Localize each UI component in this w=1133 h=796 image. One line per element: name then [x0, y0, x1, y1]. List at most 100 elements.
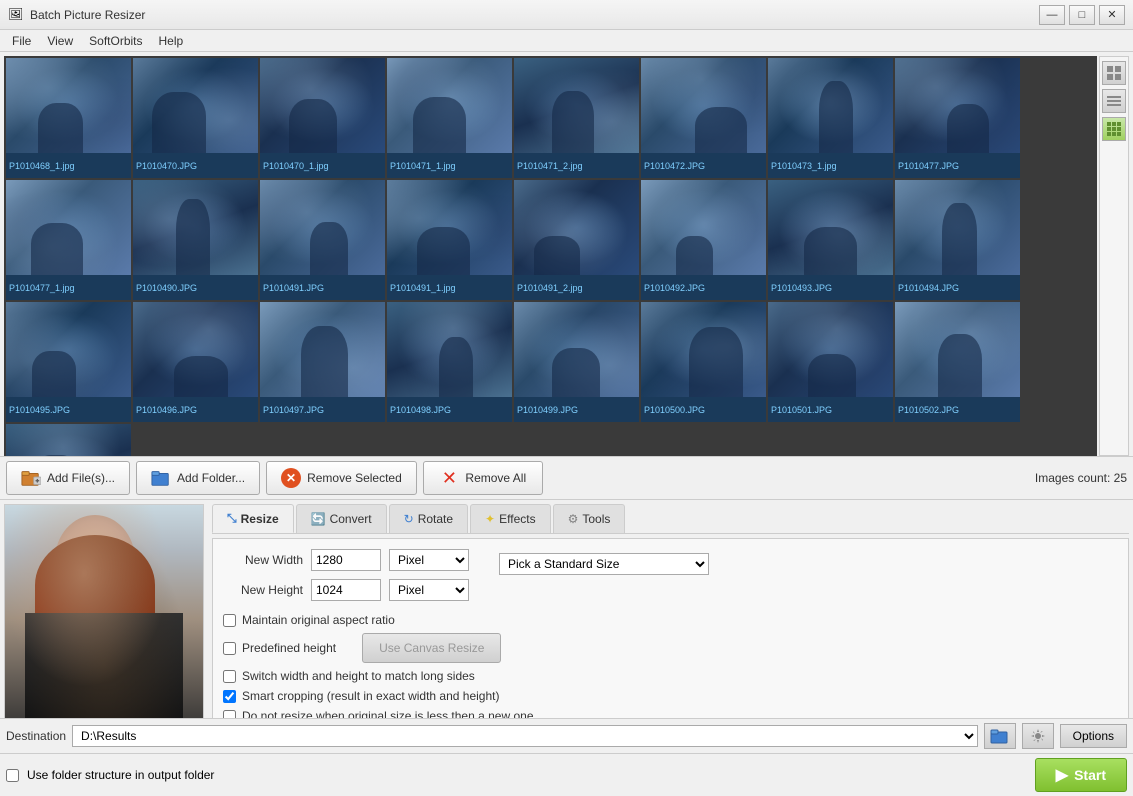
- image-gallery[interactable]: P1010468_1.jpgP1010470.JPGP1010470_1.jpg…: [4, 56, 1097, 456]
- menu-help[interactable]: Help: [151, 32, 192, 50]
- image-cell[interactable]: P1010492.JPG: [641, 180, 766, 300]
- remove-selected-button[interactable]: ✕ Remove Selected: [266, 461, 417, 495]
- switch-width-height-checkbox[interactable]: [223, 670, 236, 683]
- tab-convert[interactable]: 🔄 Convert: [296, 504, 387, 533]
- maximize-button[interactable]: □: [1069, 5, 1095, 25]
- start-button[interactable]: ▶ Start: [1035, 758, 1127, 792]
- image-cell[interactable]: P1010470.JPG: [133, 58, 258, 178]
- add-folder-icon: [151, 468, 171, 488]
- resize-settings: New Width Pixel Percent Cm Inch New He: [212, 538, 1129, 718]
- gear-icon[interactable]: [1022, 723, 1054, 749]
- tab-resize[interactable]: ⤡ Resize: [212, 504, 294, 533]
- options-label: Options: [1073, 729, 1114, 743]
- menu-softorbits[interactable]: SoftOrbits: [81, 32, 150, 50]
- effects-tab-label: Effects: [499, 512, 535, 526]
- app-icon: 🖼: [8, 7, 24, 23]
- add-folder-button[interactable]: Add Folder...: [136, 461, 260, 495]
- tabs: ⤡ Resize 🔄 Convert ↻ Rotate ✦ Effects ⚙: [212, 504, 1129, 534]
- start-label: Start: [1074, 767, 1106, 783]
- canvas-resize-button[interactable]: Use Canvas Resize: [362, 633, 501, 663]
- do-not-resize-label: Do not resize when original size is less…: [242, 709, 534, 718]
- width-row: New Width Pixel Percent Cm Inch: [223, 549, 469, 571]
- do-not-resize-checkbox[interactable]: [223, 710, 236, 719]
- start-icon: ▶: [1056, 765, 1068, 785]
- rotate-tab-icon: ↻: [404, 512, 414, 526]
- width-input[interactable]: [311, 549, 381, 571]
- images-count: Images count: 25: [1035, 471, 1127, 485]
- image-cell[interactable]: P1010500.JPG: [641, 302, 766, 422]
- image-cell[interactable]: P1010493.JPG: [768, 180, 893, 300]
- image-label: P1010470.JPG: [133, 153, 258, 178]
- smart-cropping-checkbox[interactable]: [223, 690, 236, 703]
- image-cell[interactable]: P1010491.JPG: [260, 180, 385, 300]
- image-label: P1010499.JPG: [514, 397, 639, 422]
- image-label: P1010491_2.jpg: [514, 275, 639, 300]
- add-files-icon: [21, 468, 41, 488]
- image-cell[interactable]: P1010495.JPG: [6, 302, 131, 422]
- image-cell[interactable]: P1010477_1.jpg: [6, 180, 131, 300]
- image-cell[interactable]: P1010491_1.jpg: [387, 180, 512, 300]
- width-unit-select[interactable]: Pixel Percent Cm Inch: [389, 549, 469, 571]
- preview-area: [4, 504, 204, 718]
- image-cell[interactable]: P1010471_1.jpg: [387, 58, 512, 178]
- tools-tab-icon: ⚙: [568, 512, 579, 526]
- browse-button[interactable]: [984, 723, 1016, 749]
- height-input[interactable]: [311, 579, 381, 601]
- add-files-button[interactable]: Add File(s)...: [6, 461, 130, 495]
- folder-structure-label: Use folder structure in output folder: [27, 768, 214, 782]
- image-cell[interactable]: P1010494.JPG: [895, 180, 1020, 300]
- close-button[interactable]: ✕: [1099, 5, 1125, 25]
- image-label: P1010491_1.jpg: [387, 275, 512, 300]
- image-cell[interactable]: P1010470_1.jpg: [260, 58, 385, 178]
- image-cell[interactable]: P1010497.JPG: [260, 302, 385, 422]
- options-button[interactable]: Options: [1060, 724, 1127, 748]
- destination-input[interactable]: D:\Results: [72, 725, 978, 747]
- menu-view[interactable]: View: [39, 32, 81, 50]
- image-cell[interactable]: P1010472.JPG: [641, 58, 766, 178]
- image-label: P1010471_1.jpg: [387, 153, 512, 178]
- tab-rotate[interactable]: ↻ Rotate: [389, 504, 468, 533]
- image-cell[interactable]: P1010502.JPG: [895, 302, 1020, 422]
- image-cell[interactable]: P1010496.JPG: [133, 302, 258, 422]
- standard-size-select[interactable]: Pick a Standard Size 640x480 800x600 102…: [499, 553, 709, 575]
- thumbnail-view-icon[interactable]: [1102, 61, 1126, 85]
- image-label: P1010490.JPG: [133, 275, 258, 300]
- image-cell[interactable]: P1010468_1.jpg: [6, 58, 131, 178]
- remove-all-label: Remove All: [465, 471, 526, 485]
- image-cell[interactable]: P1010473_1.jpg: [768, 58, 893, 178]
- image-cell[interactable]: P1010490.JPG: [133, 180, 258, 300]
- convert-tab-icon: 🔄: [311, 512, 326, 526]
- image-grid: P1010468_1.jpgP1010470.JPGP1010470_1.jpg…: [4, 56, 1097, 456]
- destination-label: Destination: [6, 729, 66, 743]
- image-cell[interactable]: P1010501.JPG: [768, 302, 893, 422]
- switch-width-height-label: Switch width and height to match long si…: [242, 669, 475, 683]
- smart-cropping-row: Smart cropping (result in exact width an…: [223, 689, 1118, 703]
- image-label: P1010497.JPG: [260, 397, 385, 422]
- add-files-label: Add File(s)...: [47, 471, 115, 485]
- add-folder-label: Add Folder...: [177, 471, 245, 485]
- predefined-height-checkbox[interactable]: [223, 642, 236, 655]
- image-cell[interactable]: P1010477.JPG: [895, 58, 1020, 178]
- predefined-height-row: Predefined height Use Canvas Resize: [223, 633, 1118, 663]
- menu-file[interactable]: File: [4, 32, 39, 50]
- list-view-icon[interactable]: [1102, 89, 1126, 113]
- grid-view-icon[interactable]: [1102, 117, 1126, 141]
- tab-effects[interactable]: ✦ Effects: [470, 504, 551, 533]
- image-cell[interactable]: P1010499.JPG: [514, 302, 639, 422]
- height-unit-select[interactable]: Pixel Percent Cm Inch: [389, 579, 469, 601]
- image-cell[interactable]: P1010498.JPG: [387, 302, 512, 422]
- image-cell[interactable]: P1010491_2.jpg: [514, 180, 639, 300]
- image-cell[interactable]: P1010471_2.jpg: [514, 58, 639, 178]
- maintain-aspect-checkbox[interactable]: [223, 614, 236, 627]
- image-label: P1010491.JPG: [260, 275, 385, 300]
- image-cell[interactable]: P1010503.JPG: [6, 424, 131, 456]
- image-label: P1010473_1.jpg: [768, 153, 893, 178]
- minimize-button[interactable]: —: [1039, 5, 1065, 25]
- tab-tools[interactable]: ⚙ Tools: [553, 504, 626, 533]
- image-label: P1010501.JPG: [768, 397, 893, 422]
- remove-all-button[interactable]: ✕ Remove All: [423, 461, 543, 495]
- menu-bar: File View SoftOrbits Help: [0, 30, 1133, 52]
- main-content: P1010468_1.jpgP1010470.JPGP1010470_1.jpg…: [0, 52, 1133, 796]
- remove-selected-icon: ✕: [281, 468, 301, 488]
- folder-structure-checkbox[interactable]: [6, 769, 19, 782]
